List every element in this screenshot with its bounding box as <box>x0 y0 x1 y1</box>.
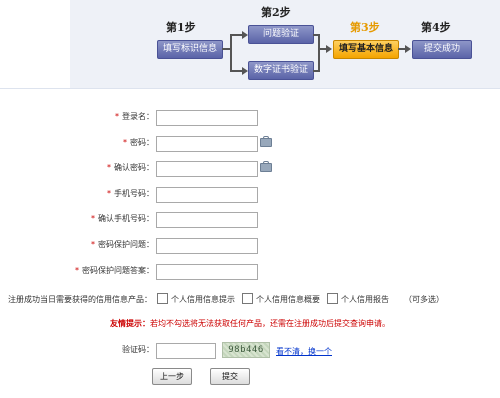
connector-right-bottom <box>313 70 320 72</box>
step-4-number: 第4步 <box>421 21 451 34</box>
connector-vertical <box>230 34 232 71</box>
confirm-phone-input[interactable] <box>156 212 258 228</box>
multi-select-note: （可多选） <box>404 295 444 304</box>
confirm-password-label: * 确认密码： <box>107 163 154 172</box>
step-4-box: 提交成功 <box>412 40 472 59</box>
checkbox-credit-report[interactable] <box>327 293 338 304</box>
connector-top <box>222 48 232 50</box>
checkbox-credit-summary[interactable] <box>242 293 253 304</box>
captcha-refresh-link[interactable]: 看不清，换一个 <box>276 346 332 357</box>
confirm-phone-row: * 确认手机号码： <box>0 212 500 228</box>
security-question-row: * 密码保护问题： <box>0 238 500 254</box>
credit-report-label: 个人信用报告 <box>341 295 389 304</box>
password-input[interactable] <box>156 136 258 152</box>
checkbox-credit-tip[interactable] <box>157 293 168 304</box>
connector-to-step3 <box>318 48 326 50</box>
step-2-box: 问题验证 <box>248 25 314 44</box>
confirm-password-row: * 确认密码： <box>0 161 500 177</box>
tip-prefix: 友情提示： <box>110 319 150 328</box>
credit-summary-label: 个人信用信息概要 <box>256 295 320 304</box>
login-name-input[interactable] <box>156 110 258 126</box>
captcha-input[interactable] <box>156 343 216 359</box>
phone-row: * 手机号码： <box>0 187 500 203</box>
security-answer-row: * 密码保护问题答案： <box>0 264 500 280</box>
password-label: * 密码： <box>123 138 154 147</box>
step-3-number: 第3步 <box>350 21 380 34</box>
confirm-phone-label: * 确认手机号码： <box>91 214 154 223</box>
password-row: * 密码： <box>0 136 500 152</box>
step-1-box: 填写标识信息 <box>157 40 223 59</box>
confirm-password-input[interactable] <box>156 161 258 177</box>
login-name-label: * 登录名： <box>115 112 154 121</box>
credit-tip-label: 个人信用信息提示 <box>171 295 235 304</box>
header-divider <box>0 88 500 89</box>
captcha-label: 验证码： <box>122 345 154 354</box>
submit-button[interactable]: 提交 <box>210 368 250 385</box>
captcha-image[interactable]: 98b446 <box>222 342 270 358</box>
credit-products-label: 注册成功当日需要获得的信用信息产品： <box>8 295 152 304</box>
step-2-alt-box: 数字证书验证 <box>248 61 314 80</box>
step-2-number: 第2步 <box>261 6 291 19</box>
phone-label: * 手机号码： <box>107 189 154 198</box>
keyboard-icon[interactable] <box>260 161 272 172</box>
arrow-to-step3 <box>326 45 332 53</box>
arrow-to-step2-alt <box>242 67 248 75</box>
security-answer-label: * 密码保护问题答案： <box>75 266 154 275</box>
security-answer-input[interactable] <box>156 264 258 280</box>
step-3-box: 填写基本信息 <box>333 40 399 59</box>
connector-right-vertical <box>318 34 320 71</box>
login-name-row: * 登录名： <box>0 110 500 126</box>
keyboard-icon[interactable] <box>260 136 272 147</box>
security-question-label: * 密码保护问题： <box>91 240 154 249</box>
connector-right-top <box>313 34 320 36</box>
connector-up <box>230 34 242 36</box>
arrow-to-step2 <box>242 31 248 39</box>
prev-step-button[interactable]: 上一步 <box>152 368 192 385</box>
connector-down <box>230 70 242 72</box>
friendly-tip: 友情提示：若均不勾选将无法获取任何产品，还需在注册成功后提交查询申请。 <box>110 318 390 329</box>
progress-header: 第1步 填写标识信息 第2步 问题验证 数字证书验证 第3步 填写基本信息 第4… <box>70 0 500 88</box>
tip-text: 若均不勾选将无法获取任何产品，还需在注册成功后提交查询申请。 <box>150 319 390 328</box>
connector-to-step4 <box>398 48 405 50</box>
arrow-to-step4 <box>405 45 411 53</box>
credit-products-row: 注册成功当日需要获得的信用信息产品： 个人信用信息提示 个人信用信息概要 个人信… <box>0 293 500 307</box>
step-1-number: 第1步 <box>166 21 196 34</box>
phone-input[interactable] <box>156 187 258 203</box>
security-question-input[interactable] <box>156 238 258 254</box>
